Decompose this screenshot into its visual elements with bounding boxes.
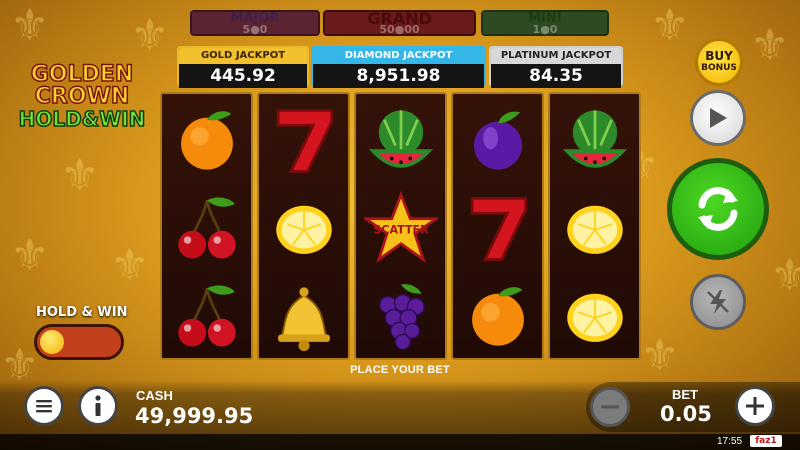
- scatter-label: SCATTER: [373, 224, 429, 237]
- place-your-bet-message: PLACE YOUR BET: [350, 364, 450, 376]
- reel-1: [160, 92, 253, 360]
- lemon-symbol: [550, 272, 639, 360]
- buy-bonus-button[interactable]: BUY BONUS: [695, 38, 743, 86]
- reel-5: [548, 92, 641, 360]
- platinum-jackpot-title: PLATINUM JACKPOT: [491, 48, 621, 64]
- hamburger-icon: [36, 400, 52, 413]
- hold-and-win-label: HOLD & WIN: [36, 305, 128, 320]
- orange-symbol: [162, 96, 251, 184]
- buy-bonus-line-2: BONUS: [701, 63, 737, 73]
- platinum-jackpot-value: 84.35: [491, 64, 621, 88]
- toggle-knob: [40, 330, 64, 354]
- watermelon-symbol: [356, 96, 445, 184]
- game-logo: GOLDEN CROWN HOLD&WIN: [12, 62, 152, 131]
- plus-icon: [746, 397, 764, 415]
- plum-symbol: [453, 96, 542, 184]
- gold-jackpot-value: 445.92: [179, 64, 307, 88]
- autoplay-button[interactable]: [690, 90, 746, 146]
- cherries-symbol: [162, 184, 251, 272]
- brand-logo: faz1: [750, 435, 782, 447]
- bet-value: 0.05: [660, 402, 712, 426]
- spin-arrows-icon: [698, 187, 738, 231]
- cash-label: CASH: [136, 388, 173, 403]
- gold-jackpot-panel: GOLD JACKPOT 445.92: [177, 46, 309, 88]
- turbo-button[interactable]: [690, 274, 746, 330]
- gold-jackpot-title: GOLD JACKPOT: [179, 48, 307, 64]
- hold-and-win-toggle[interactable]: [34, 324, 124, 360]
- logo-line-3: HOLD&WIN: [18, 107, 146, 131]
- grand-jackpot-locked: GRAND 50●00: [323, 10, 476, 36]
- orange-symbol: [453, 272, 542, 360]
- increase-bet-button[interactable]: [735, 386, 775, 426]
- diamond-jackpot-value: 8,951.98: [313, 64, 484, 88]
- menu-button[interactable]: [24, 386, 64, 426]
- seven-symbol: [259, 96, 348, 184]
- reel-2: [257, 92, 350, 360]
- clock: 17:55: [717, 436, 743, 447]
- minus-icon: [601, 405, 619, 409]
- decrease-bet-button[interactable]: [590, 387, 630, 427]
- mini-jackpot-locked: MINI 1●0: [481, 10, 609, 36]
- info-icon: [95, 395, 101, 416]
- major-jackpot-value: 5●0: [242, 23, 268, 36]
- bell-symbol: [259, 272, 348, 360]
- cherries-symbol: [162, 272, 251, 360]
- bet-label: BET: [672, 387, 698, 402]
- platinum-jackpot-panel: PLATINUM JACKPOT 84.35: [489, 46, 623, 88]
- major-jackpot-locked: MAJOR 5●0: [190, 10, 320, 36]
- spin-button[interactable]: [667, 158, 769, 260]
- reel-4: [451, 92, 544, 360]
- cash-value: 49,999.95: [135, 404, 254, 428]
- grapes-symbol: [356, 272, 445, 360]
- play-icon: [710, 108, 727, 128]
- grand-jackpot-value: 50●00: [379, 23, 420, 36]
- diamond-jackpot-title: DIAMOND JACKPOT: [313, 48, 484, 64]
- turbo-lightning-icon: [707, 290, 729, 314]
- seven-symbol: [453, 184, 542, 272]
- scatter-symbol: SCATTER: [356, 184, 445, 272]
- buy-bonus-line-1: BUY: [705, 49, 733, 63]
- lemon-symbol: [259, 184, 348, 272]
- mini-jackpot-value: 1●0: [532, 23, 558, 36]
- logo-line-1: GOLDEN: [30, 62, 134, 87]
- watermelon-symbol: [550, 96, 639, 184]
- diamond-jackpot-panel: DIAMOND JACKPOT 8,951.98: [311, 46, 486, 88]
- logo-line-2: CROWN: [34, 84, 130, 109]
- status-bar: [0, 434, 800, 450]
- reel-3: SCATTER: [354, 92, 447, 360]
- lemon-symbol: [550, 184, 639, 272]
- info-button[interactable]: [78, 386, 118, 426]
